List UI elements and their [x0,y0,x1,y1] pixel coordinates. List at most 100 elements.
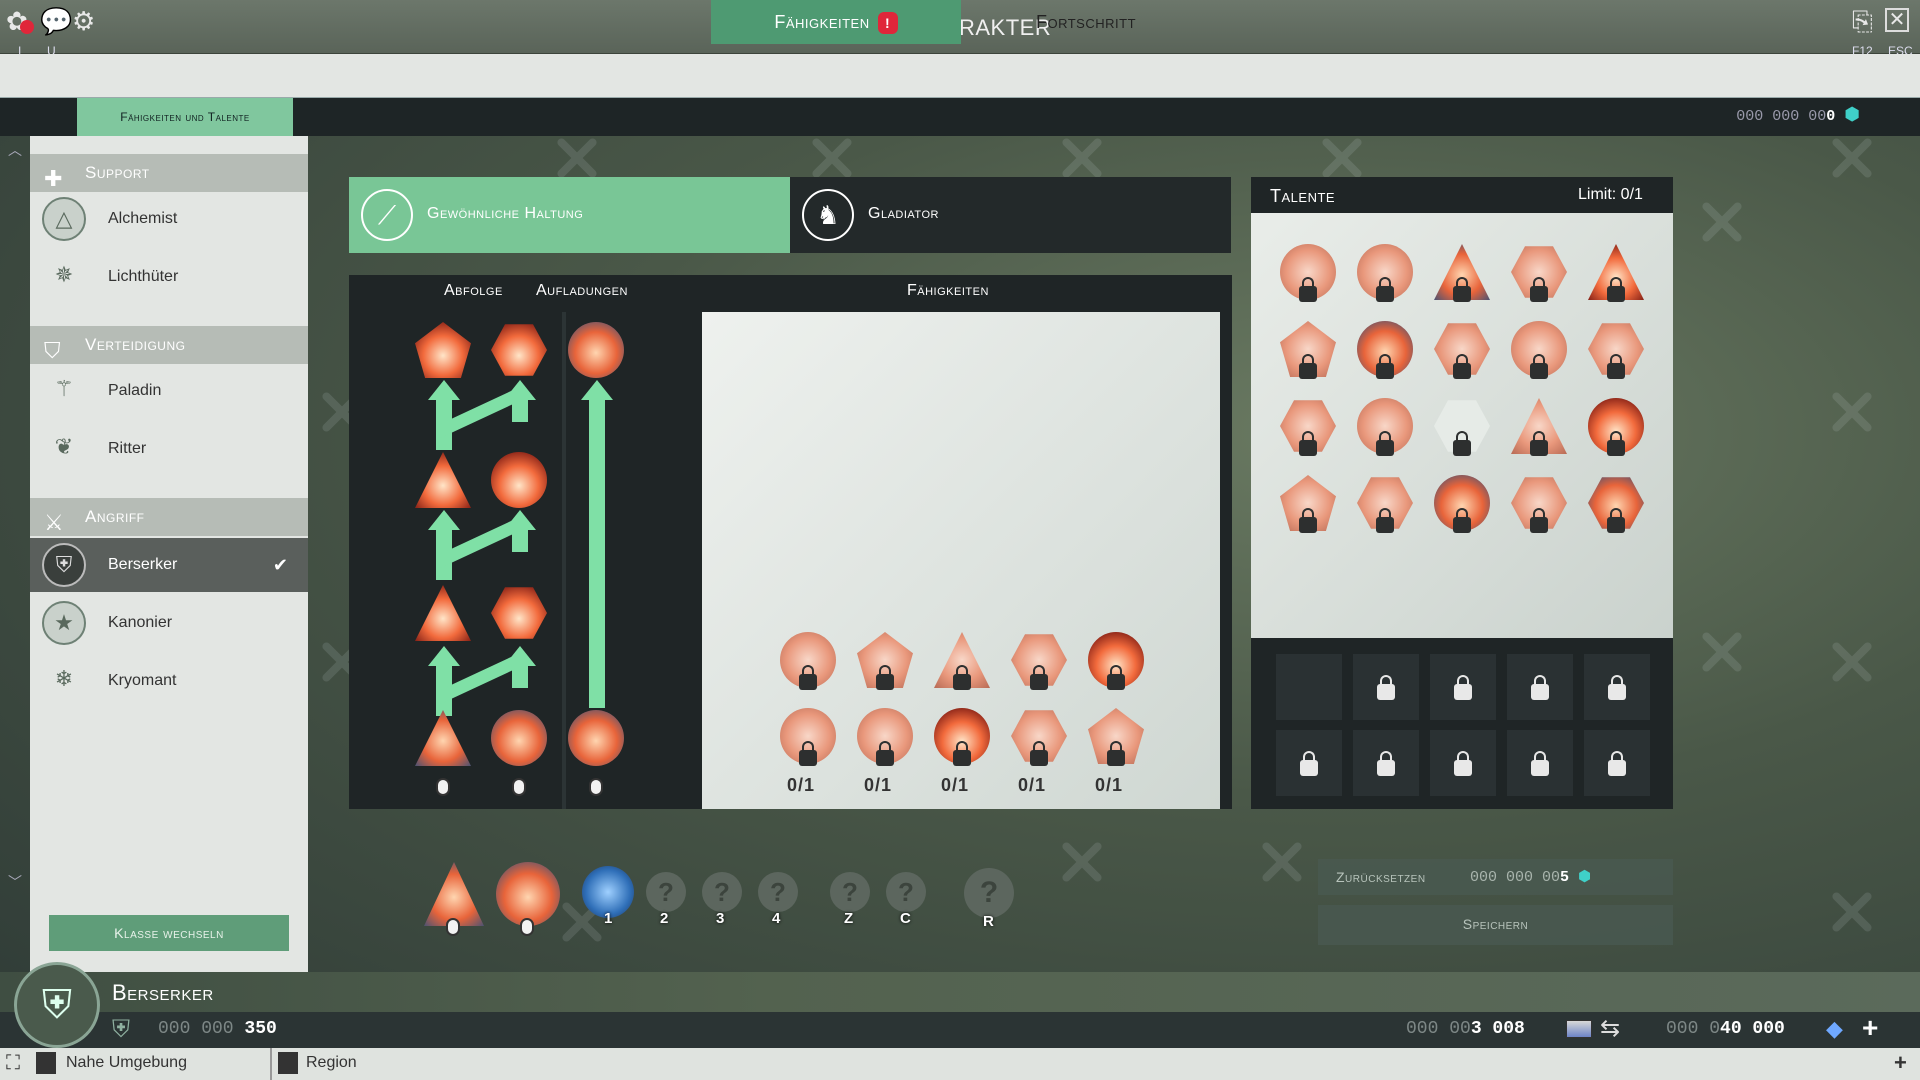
exchange-icon[interactable]: ⇆ [1600,1014,1620,1043]
locked-ability[interactable] [934,632,990,690]
talent[interactable] [1588,244,1644,302]
scroll-down-icon[interactable]: ﹀ [8,872,22,892]
skill-sequence-3[interactable] [415,452,471,508]
talent[interactable] [1280,321,1336,379]
skill-sequence-1[interactable] [415,322,471,378]
talent-slot[interactable] [1430,730,1496,796]
class-label: Lichthüter [108,268,179,285]
talent[interactable] [1434,244,1490,302]
lock-icon [953,741,971,766]
talent[interactable] [1434,321,1490,379]
talent[interactable] [1280,398,1336,456]
talent-slot[interactable] [1276,730,1342,796]
character-portrait[interactable]: ⛨ [14,962,100,1048]
class-alchemist[interactable]: △ Alchemist [30,192,308,246]
talent-empty[interactable] [1434,398,1490,456]
chat-channel-nearby[interactable]: Nahe Umgebung [66,1054,187,1072]
add-channel-button[interactable]: + [1894,1050,1907,1076]
talent[interactable] [1588,321,1644,379]
hotkey-2: 2 [660,910,669,927]
locked-ability[interactable] [1088,708,1144,766]
hotbar-slot-4[interactable]: ? [758,872,798,912]
hotkey-c: C [900,910,911,927]
talent-slot[interactable] [1584,730,1650,796]
close-icon[interactable]: ✕ [1885,8,1909,32]
locked-ability[interactable] [857,708,913,766]
talent[interactable] [1357,321,1413,379]
hotbar-slot-3[interactable]: ? [702,872,742,912]
switch-class-button[interactable]: Klasse wechseln [49,915,289,951]
stance-gladiator[interactable]: ♞ Gladiator [790,177,1231,253]
locked-ability[interactable] [780,708,836,766]
talent[interactable] [1357,398,1413,456]
talent[interactable] [1588,475,1644,533]
hotbar-slot-z[interactable]: ? [830,872,870,912]
locked-ability[interactable] [1011,708,1067,766]
talent[interactable] [1588,398,1644,456]
hotbar-slot-primary[interactable] [424,862,484,926]
scroll-up-icon[interactable]: ︿ [8,140,22,160]
ability-count: 0/1 [1095,775,1124,795]
add-currency-button[interactable]: + [1862,1012,1878,1044]
expand-icon[interactable]: ⛶ [6,1052,20,1075]
locked-ability[interactable] [1088,632,1144,690]
lock-icon [876,665,894,690]
lock-icon [1299,508,1317,533]
hotbar-slot-2[interactable]: ? [646,872,686,912]
talent[interactable] [1434,475,1490,533]
left-mouse-icon [436,778,450,796]
tab-abilities[interactable]: Fähigkeiten! [711,0,961,44]
talent-slot[interactable] [1276,654,1342,720]
class-paladin[interactable]: ⚚ Paladin [30,364,308,418]
talent[interactable] [1280,244,1336,302]
heavy-strike-icon [491,710,547,766]
talent-slot[interactable] [1507,654,1573,720]
talent-slot[interactable] [1353,730,1419,796]
slash-icon [491,452,547,508]
talent[interactable] [1357,244,1413,302]
locked-ability[interactable] [1011,632,1067,690]
skill-sequence-5[interactable] [415,585,471,641]
skill-sequence-6[interactable] [491,585,547,641]
talent-slot[interactable] [1353,654,1419,720]
talent[interactable] [1280,475,1336,533]
exit-icon[interactable]: ⎘ [1852,6,1873,38]
talent[interactable] [1511,321,1567,379]
locked-ability[interactable] [780,632,836,690]
skill-sequence-7[interactable] [415,710,471,766]
skill-sequence-8[interactable] [491,710,547,766]
skill-charge-2[interactable] [568,710,624,766]
talent-slot[interactable] [1430,654,1496,720]
bg-pattern [1830,136,1874,180]
tab-bar [0,54,1920,98]
talent[interactable] [1511,398,1567,456]
lock-icon [1453,277,1471,302]
talent[interactable] [1511,475,1567,533]
tab-progress[interactable]: Fortschritt [961,0,1211,44]
gladiator-icon: ♞ [802,189,854,241]
stance-normal[interactable]: ⟋ Gewöhnliche Haltung [349,177,790,253]
talent-slot[interactable] [1584,654,1650,720]
talent-slot[interactable] [1507,730,1573,796]
locked-ability[interactable] [857,632,913,690]
chat-channel-region[interactable]: Region [306,1054,357,1072]
subtab-abilities-talents[interactable]: Fähigkeiten und Talente [77,98,293,136]
skill-charge-1[interactable] [568,322,624,378]
xp-dim: 000 000 [158,1019,245,1039]
class-ritter[interactable]: ❦ Ritter [30,422,308,476]
talent[interactable] [1357,475,1413,533]
hotbar-slot-r[interactable]: ? [964,868,1014,918]
skill-sequence-2[interactable] [491,322,547,378]
class-lichthueter[interactable]: ✵ Lichthüter [30,250,308,304]
hotbar-slot-secondary[interactable] [496,862,560,926]
class-kryomant[interactable]: ❄ Kryomant [30,654,308,708]
class-kanonier[interactable]: ★ Kanonier [30,596,308,650]
gem-balance-display: 000 040 000 [1666,1019,1785,1039]
class-berserker[interactable]: ⛨ Berserker ✔ [30,538,308,592]
skill-sequence-4[interactable] [491,452,547,508]
ability-count: 0/1 [864,775,893,795]
flame-blade-icon [415,322,471,378]
talent[interactable] [1511,244,1567,302]
locked-ability[interactable] [934,708,990,766]
hotbar-slot-c[interactable]: ? [886,872,926,912]
